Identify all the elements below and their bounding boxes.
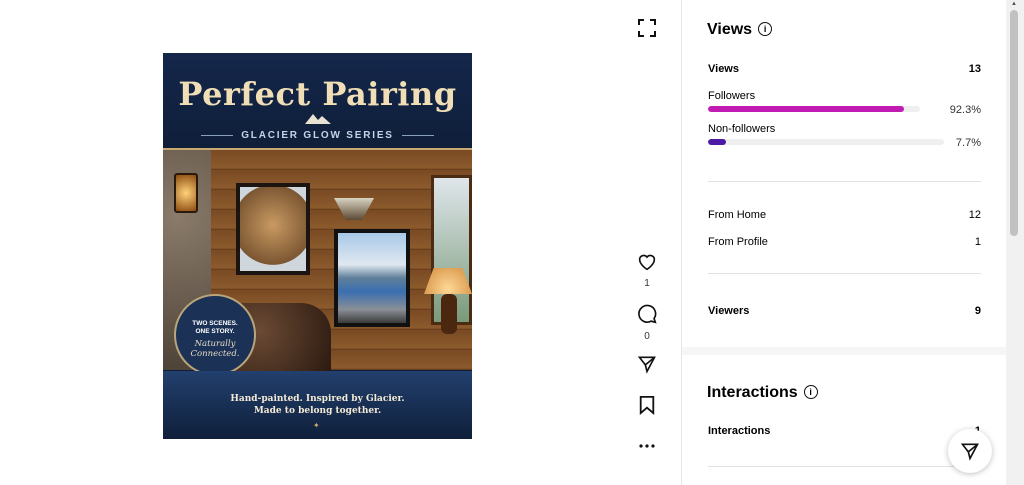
interactions-section-title: Interactions i — [707, 384, 818, 402]
divider — [708, 181, 981, 182]
more-button[interactable] — [634, 436, 660, 461]
views-label: Views — [708, 63, 739, 75]
scroll-up-arrow-icon[interactable]: ▲ — [1011, 1, 1017, 7]
floating-share-button[interactable] — [948, 429, 992, 473]
viewers-row: Viewers 9 — [708, 305, 981, 317]
from-profile-row: From Profile 1 — [708, 236, 981, 248]
followers-label: Followers — [708, 90, 756, 102]
footer-line2: Made to belong together. — [253, 406, 382, 416]
insights-panel[interactable]: Views i Views 13 Followers 92.3% Non-foll… — [681, 0, 1007, 485]
views-section-title: Views i — [707, 21, 773, 39]
lamp-base — [441, 294, 457, 334]
badge-line2: ONE STORY. — [195, 328, 235, 335]
save-button[interactable] — [634, 395, 660, 420]
badge-line1: TWO SCENES. — [192, 320, 238, 327]
from-home-value: 12 — [968, 209, 981, 221]
followers-bar-track — [708, 106, 920, 112]
badge-line3: Naturally — [194, 339, 236, 349]
poster-badge: TWO SCENES. ONE STORY. Naturally Connected… — [174, 294, 256, 376]
poster-title: Perfect Pairing — [178, 75, 457, 113]
interactions-row: Interactions 1 — [708, 425, 981, 437]
more-icon — [639, 444, 655, 448]
nonfollowers-bar-track — [708, 139, 944, 145]
comment-count: 0 — [644, 331, 650, 342]
poster-footer-text: Hand-painted. Inspired by Glacier. Made … — [163, 393, 472, 417]
nonfollowers-bar-fill — [708, 139, 727, 145]
heart-icon — [638, 254, 656, 271]
star-ornament-icon: ✦ — [313, 421, 320, 430]
scrollbar-thumb[interactable] — [1010, 10, 1018, 236]
from-profile-label: From Profile — [708, 236, 768, 248]
info-icon[interactable]: i — [758, 22, 773, 36]
lake-painting — [334, 229, 410, 327]
expand-icon — [638, 19, 656, 37]
cougar-painting — [236, 183, 310, 275]
divider — [708, 273, 981, 274]
poster-series: GLACIER GLOW SERIES — [163, 130, 472, 141]
divider — [708, 466, 981, 467]
followers-bar-fill — [708, 106, 904, 112]
nonfollowers-label: Non-followers — [708, 123, 776, 135]
share-icon — [960, 443, 979, 461]
footer-line1: Hand-painted. Inspired by Glacier. — [230, 394, 405, 404]
viewers-value: 9 — [974, 305, 981, 317]
like-count: 1 — [644, 278, 650, 289]
info-icon[interactable]: i — [803, 385, 818, 399]
comment-button[interactable]: 0 — [634, 304, 660, 342]
post-area: Perfect Pairing GLACIER GLOW SERIES TWO … — [0, 0, 680, 485]
share-icon — [637, 356, 656, 374]
from-home-row: From Home 12 — [708, 209, 981, 221]
nonfollowers-percent: 7.7% — [955, 137, 981, 149]
expand-button[interactable] — [635, 16, 659, 40]
lantern — [174, 173, 198, 213]
post-image[interactable]: Perfect Pairing GLACIER GLOW SERIES TWO … — [163, 53, 472, 439]
from-home-label: From Home — [708, 209, 767, 221]
section-separator — [682, 347, 1007, 355]
views-value: 13 — [968, 63, 981, 75]
badge-line4: Connected. — [190, 349, 240, 359]
mountain-icon — [305, 114, 331, 124]
from-profile-value: 1 — [974, 236, 981, 248]
share-button[interactable] — [634, 354, 660, 379]
like-button[interactable]: 1 — [634, 253, 660, 289]
interactions-label: Interactions — [708, 425, 771, 437]
bookmark-icon — [639, 396, 655, 416]
views-row: Views 13 — [708, 63, 981, 75]
comment-icon — [638, 304, 657, 324]
viewers-label: Viewers — [708, 305, 750, 317]
followers-percent: 92.3% — [949, 104, 981, 116]
